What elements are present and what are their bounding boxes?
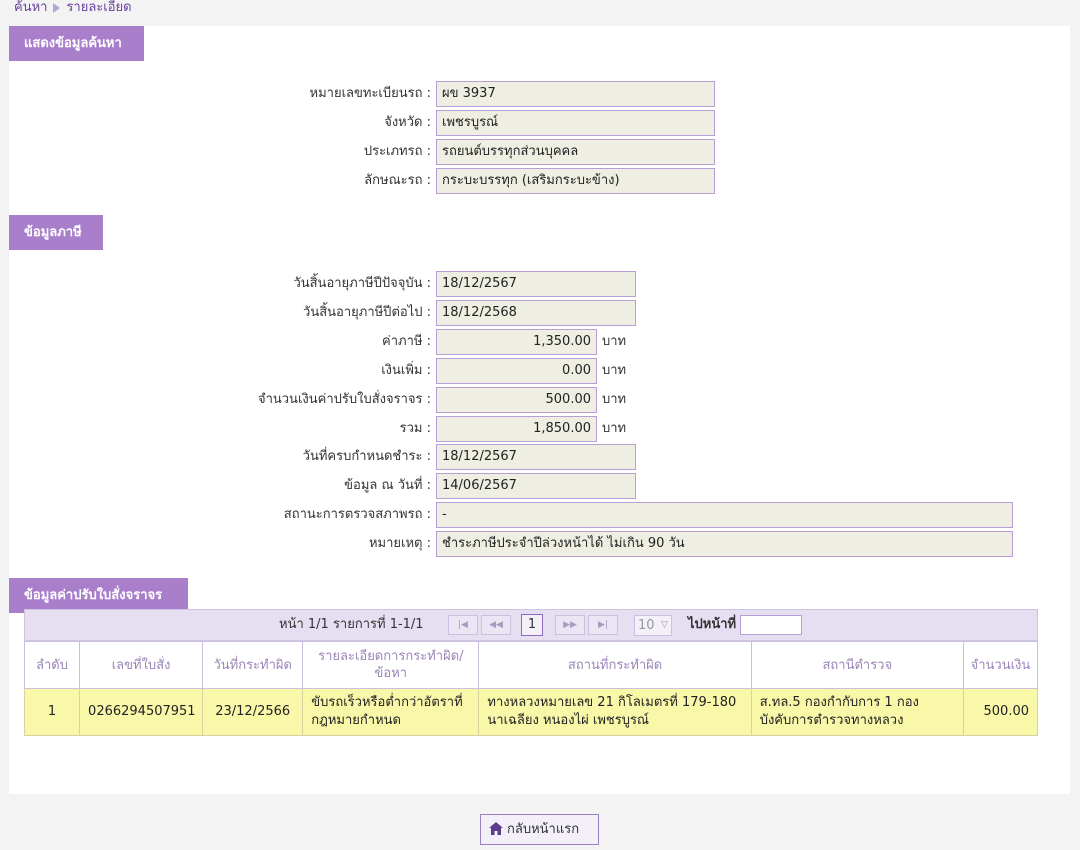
breadcrumb: ค้นหา รายละเอียด [14, 0, 132, 15]
total-unit: บาท [602, 421, 627, 436]
cell-order: 1 [23, 688, 81, 736]
col-header-ticket-no: เลขที่ใบสั่ง [79, 641, 204, 689]
col-header-amount: จำนวนเงิน [962, 641, 1039, 689]
remark-label: หมายเหตุ : [368, 536, 431, 551]
plate-number-label: หมายเลขทะเบียนรถ : [309, 86, 431, 101]
data-as-of-label: ข้อมูล ณ วันที่ : [344, 478, 431, 493]
fine-amount-field: 500.00 [436, 387, 597, 413]
cell-amount: 500.00 [962, 688, 1039, 736]
cell-offense-date: 23/12/2566 [202, 688, 304, 736]
surcharge-field: 0.00 [436, 358, 597, 384]
current-page[interactable]: 1 [521, 614, 543, 636]
tax-unit: บาท [602, 334, 627, 349]
cell-police-station: ส.ทล.5 กองกำกับการ 1 กองบังคับการตำรวจทา… [750, 688, 964, 736]
inspection-status-field: - [436, 502, 1013, 528]
col-header-offense-detail: รายละเอียดการกระทำผิด/ข้อหา [302, 641, 480, 689]
fine-amount-unit: บาท [602, 392, 627, 407]
col-header-offense-place: สถานที่กระทำผิด [478, 641, 752, 689]
plate-number-field: ผข 3937 [436, 81, 715, 107]
next-expiry-label: วันสิ้นอายุภาษีปีต่อไป : [303, 305, 431, 320]
cell-ticket-no: 0266294507951 [79, 688, 204, 736]
goto-page-label: ไปหน้าที่ [688, 617, 737, 632]
next-expiry-field: 18/12/2568 [436, 300, 636, 326]
breadcrumb-arrow-icon [53, 2, 61, 13]
remark-field: ชำระภาษีประจำปีล่วงหน้าได้ ไม่เกิน 90 วั… [436, 531, 1013, 557]
chevron-down-icon: ▽ [661, 620, 668, 630]
search-section-heading: แสดงข้อมูลค้นหา [9, 26, 144, 61]
fine-amount-label: จำนวนเงินค่าปรับใบสั่งจราจร : [257, 392, 431, 407]
vehicle-style-field: กระบะบรรทุก (เสริมกระบะข้าง) [436, 168, 715, 194]
surcharge-label: เงินเพิ่ม : [381, 363, 431, 378]
page-size-value: 10 [638, 618, 655, 633]
tax-label: ค่าภาษี : [382, 334, 431, 349]
due-date-label: วันที่ครบกำหนดชำระ : [302, 449, 431, 464]
home-icon [489, 822, 503, 835]
cell-offense-detail: ขับรถเร็วหรือต่ำกว่าอัตราที่กฎหมายกำหนด [302, 688, 480, 736]
tax-field: 1,350.00 [436, 329, 597, 355]
col-header-police-station: สถานีตำรวจ [750, 641, 964, 689]
back-home-button[interactable]: กลับหน้าแรก [480, 814, 599, 845]
current-expiry-field: 18/12/2567 [436, 271, 636, 297]
table-row: 1 0266294507951 23/12/2566 ขับรถเร็วหรือ… [23, 688, 1039, 736]
fine-grid: หน้า 1/1 รายการที่ 1-1/1 |◀ ◀◀ 1 ▶▶ ▶| 1… [23, 609, 1039, 736]
province-field: เพชรบูรณ์ [436, 110, 715, 136]
first-page-icon[interactable]: |◀ [448, 615, 478, 635]
total-field: 1,850.00 [436, 416, 597, 442]
prev-page-icon[interactable]: ◀◀ [481, 615, 511, 635]
breadcrumb-home-link[interactable]: ค้นหา [14, 0, 47, 15]
inspection-status-label: สถานะการตรวจสภาพรถ : [283, 507, 431, 522]
tax-section-heading: ข้อมูลภาษี [9, 215, 103, 250]
fine-section-heading: ข้อมูลค่าปรับใบสั่งจราจร [9, 578, 188, 613]
last-page-icon[interactable]: ▶| [588, 615, 618, 635]
current-expiry-label: วันสิ้นอายุภาษีปีปัจจุบัน : [293, 276, 431, 291]
data-as-of-field: 14/06/2567 [436, 473, 636, 499]
surcharge-unit: บาท [602, 363, 627, 378]
breadcrumb-current: รายละเอียด [66, 0, 132, 15]
due-date-field: 18/12/2567 [436, 444, 636, 470]
pager-info: หน้า 1/1 รายการที่ 1-1/1 [279, 617, 424, 632]
cell-offense-place: ทางหลวงหมายเลข 21 กิโลเมตรที่ 179-180 นา… [478, 688, 752, 736]
vehicle-type-label: ประเภทรถ : [363, 144, 431, 159]
goto-page-input[interactable] [740, 615, 802, 635]
next-page-icon[interactable]: ▶▶ [555, 615, 585, 635]
col-header-offense-date: วันที่กระทำผิด [202, 641, 304, 689]
total-label: รวม : [399, 421, 431, 436]
col-header-order: ลำดับ [23, 641, 81, 689]
table-header-row: ลำดับ เลขที่ใบสั่ง วันที่กระทำผิด รายละเ… [23, 641, 1039, 689]
back-home-label: กลับหน้าแรก [507, 822, 580, 837]
fine-table: ลำดับ เลขที่ใบสั่ง วันที่กระทำผิด รายละเ… [23, 641, 1039, 736]
page-size-select[interactable]: 10 ▽ [634, 615, 672, 636]
pager-bar: หน้า 1/1 รายการที่ 1-1/1 |◀ ◀◀ 1 ▶▶ ▶| 1… [24, 609, 1038, 641]
vehicle-style-label: ลักษณะรถ : [364, 173, 431, 188]
vehicle-type-field: รถยนต์บรรทุกส่วนบุคคล [436, 139, 715, 165]
province-label: จังหวัด : [384, 115, 431, 130]
